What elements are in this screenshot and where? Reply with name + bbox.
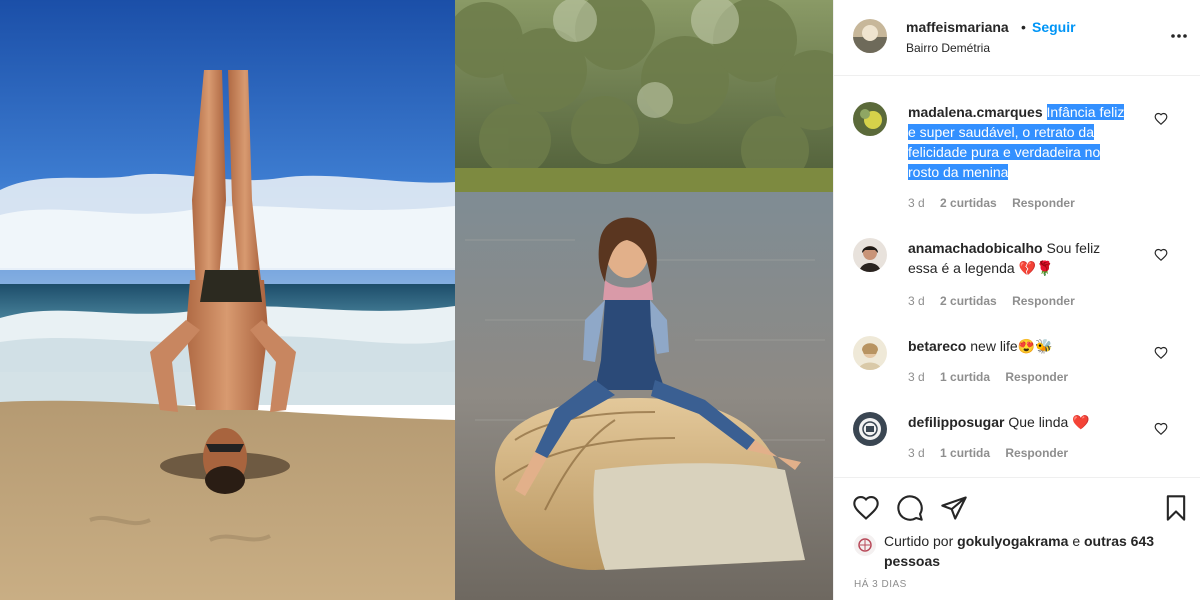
comment-likes[interactable]: 1 curtida — [940, 446, 990, 460]
commenter-avatar[interactable] — [853, 238, 887, 272]
comment-text: defilipposugar Que linda ❤️ — [908, 412, 1133, 432]
comment-time[interactable]: 3 d — [908, 446, 925, 460]
heart-icon[interactable] — [1154, 248, 1168, 262]
comment-username[interactable]: anamachadobicalho — [908, 240, 1043, 256]
heart-icon[interactable] — [1154, 422, 1168, 436]
comment-body: Que linda ❤️ — [1008, 414, 1090, 430]
comment-meta: 3 d 1 curtida Responder — [908, 446, 1080, 460]
commenter-avatar[interactable] — [853, 336, 887, 370]
comment-meta: 3 d 1 curtida Responder — [908, 370, 1080, 384]
comment-time[interactable]: 3 d — [908, 370, 925, 384]
commenter-avatar[interactable] — [853, 102, 887, 136]
photo-headstand-beach — [0, 0, 455, 600]
comment-meta: 3 d 2 curtidas Responder — [908, 294, 1087, 308]
comment-time[interactable]: 3 d — [908, 196, 925, 210]
reply-button[interactable]: Responder — [1005, 446, 1068, 460]
bookmark-icon[interactable] — [1162, 494, 1190, 522]
post-timestamp[interactable]: HÁ 3 DIAS — [854, 579, 907, 590]
comment-likes[interactable]: 2 curtidas — [940, 196, 997, 210]
paper-plane-icon[interactable] — [940, 494, 968, 522]
reply-button[interactable]: Responder — [1005, 370, 1068, 384]
comment-text: madalena.cmarques Infância feliz e super… — [908, 102, 1133, 182]
author-avatar[interactable] — [853, 19, 887, 53]
comment-body: new life😍🐝 — [970, 338, 1053, 354]
commenter-avatar[interactable] — [853, 412, 887, 446]
comment-likes[interactable]: 2 curtidas — [940, 294, 997, 308]
heart-icon[interactable] — [1154, 346, 1168, 360]
liker-avatar[interactable] — [854, 534, 876, 556]
header-separator: • — [1021, 19, 1026, 35]
liked-by-prefix: Curtido por — [884, 533, 954, 549]
liked-by-user[interactable]: gokulyogakrama — [957, 533, 1068, 549]
comment-text: anamachadobicalho Sou feliz essa é a leg… — [908, 238, 1133, 278]
author-username[interactable]: maffeismariana — [906, 19, 1009, 35]
comment-likes[interactable]: 1 curtida — [940, 370, 990, 384]
comment-meta: 3 d 2 curtidas Responder — [908, 196, 1087, 210]
post-side-panel: maffeismariana • Seguir Bairro Demétria … — [833, 0, 1200, 600]
reply-button[interactable]: Responder — [1012, 294, 1075, 308]
follow-button[interactable]: Seguir — [1032, 19, 1076, 35]
comment-time[interactable]: 3 d — [908, 294, 925, 308]
comment-icon[interactable] — [896, 494, 924, 522]
comment-username[interactable]: betareco — [908, 338, 966, 354]
heart-icon[interactable] — [852, 494, 880, 522]
comment-username[interactable]: defilipposugar — [908, 414, 1004, 430]
comment-username[interactable]: madalena.cmarques — [908, 104, 1043, 120]
comment-text: betareco new life😍🐝 — [908, 336, 1133, 356]
photo-girl-on-barrel — [455, 0, 833, 600]
post-actions: Curtido por gokulyogakrama e outras 643 … — [834, 477, 1200, 600]
heart-icon[interactable] — [1154, 112, 1168, 126]
post-location[interactable]: Bairro Demétria — [906, 41, 990, 55]
liked-by-text: Curtido por gokulyogakrama e outras 643 … — [884, 531, 1174, 571]
reply-button[interactable]: Responder — [1012, 196, 1075, 210]
more-options-icon[interactable] — [1170, 26, 1188, 46]
post-header: maffeismariana • Seguir Bairro Demétria — [834, 0, 1200, 76]
liked-by-joiner: e — [1072, 533, 1081, 549]
